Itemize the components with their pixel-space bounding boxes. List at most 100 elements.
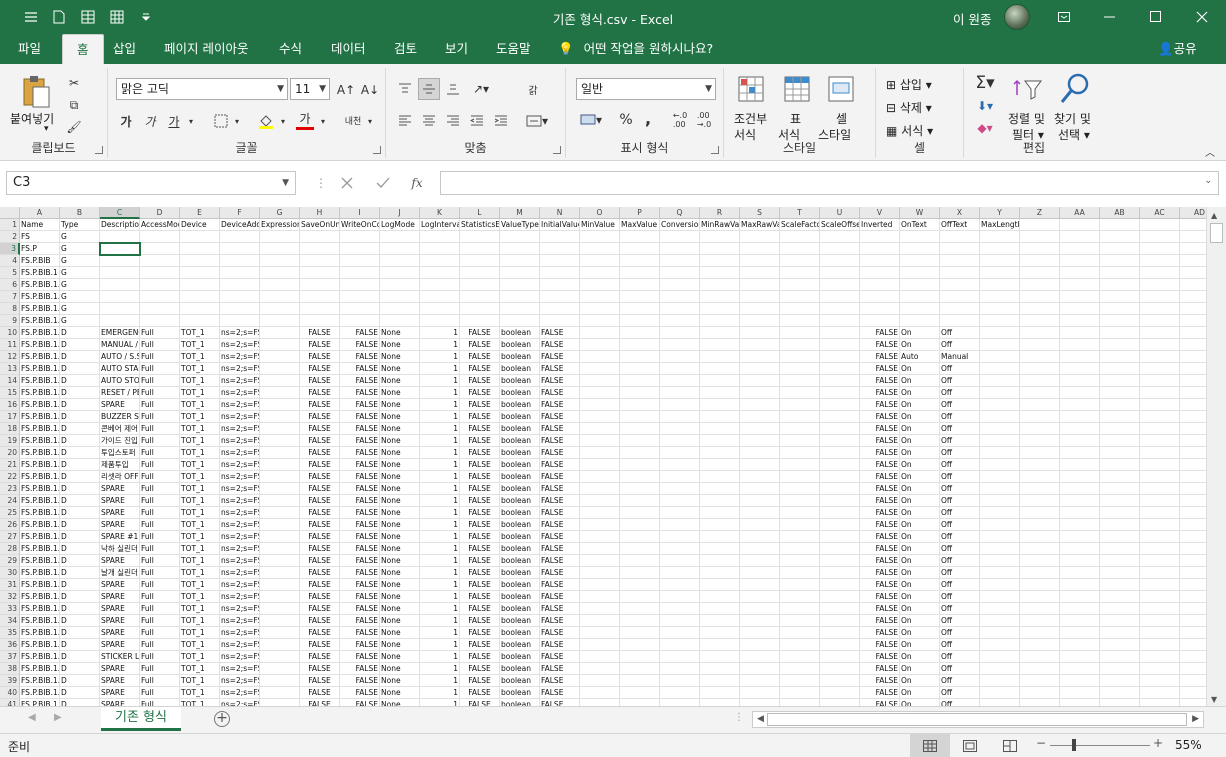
cell[interactable]: ns=2;s=FS.P.BIB.1.CSC: [220, 579, 260, 591]
cell[interactable]: [740, 531, 780, 543]
cell[interactable]: [700, 627, 740, 639]
bold-button[interactable]: 가: [118, 112, 134, 130]
cell[interactable]: [260, 375, 300, 387]
cell[interactable]: [660, 459, 700, 471]
cell[interactable]: [1140, 555, 1180, 567]
cell[interactable]: [1140, 447, 1180, 459]
column-header[interactable]: I: [340, 207, 380, 219]
cell[interactable]: On: [900, 687, 940, 699]
column-header[interactable]: S: [740, 207, 780, 219]
cell[interactable]: G: [60, 315, 100, 327]
row-header[interactable]: 32: [0, 591, 20, 603]
cell[interactable]: EMERGENCY: [100, 327, 140, 339]
percent-button[interactable]: %: [616, 110, 636, 130]
cell[interactable]: 1: [420, 507, 460, 519]
cell[interactable]: [620, 555, 660, 567]
cell[interactable]: FS.P.BIB.1.C: [20, 543, 60, 555]
cell[interactable]: boolean: [500, 435, 540, 447]
cell[interactable]: FALSE: [540, 615, 580, 627]
cell[interactable]: [1180, 603, 1206, 615]
cell[interactable]: TOT_1: [180, 591, 220, 603]
cell[interactable]: [900, 255, 940, 267]
cell[interactable]: Off: [940, 591, 980, 603]
cell[interactable]: 1: [420, 495, 460, 507]
row-header[interactable]: 4: [0, 255, 20, 267]
cell[interactable]: [900, 315, 940, 327]
cell[interactable]: FALSE: [860, 579, 900, 591]
cell[interactable]: FALSE: [460, 363, 500, 375]
cell[interactable]: [140, 315, 180, 327]
cell[interactable]: FS.P.BIB.1.C: [20, 303, 60, 315]
cell[interactable]: [740, 387, 780, 399]
cell[interactable]: FALSE: [860, 699, 900, 706]
cell[interactable]: Off: [940, 339, 980, 351]
cell[interactable]: G: [60, 267, 100, 279]
cell[interactable]: FALSE: [300, 471, 340, 483]
cell[interactable]: None: [380, 363, 420, 375]
cell[interactable]: ns=2;s=FS.P.BIB.1.CSC: [220, 327, 260, 339]
page-break-view-icon[interactable]: [998, 734, 1022, 757]
cell[interactable]: Type: [60, 219, 100, 231]
align-bottom-icon[interactable]: [444, 80, 462, 98]
cell[interactable]: FALSE: [340, 687, 380, 699]
cell[interactable]: [1140, 219, 1180, 231]
cell[interactable]: boolean: [500, 327, 540, 339]
cell[interactable]: [660, 651, 700, 663]
cell[interactable]: [740, 459, 780, 471]
phonetic-button[interactable]: 내천: [342, 110, 364, 130]
cell[interactable]: [740, 687, 780, 699]
cell[interactable]: TOT_1: [180, 459, 220, 471]
cell[interactable]: [940, 315, 980, 327]
cell[interactable]: [820, 471, 860, 483]
cell[interactable]: [780, 495, 820, 507]
cell[interactable]: FALSE: [340, 639, 380, 651]
cell[interactable]: FALSE: [540, 663, 580, 675]
cell[interactable]: [1020, 375, 1060, 387]
cell[interactable]: [700, 615, 740, 627]
cell[interactable]: [580, 399, 620, 411]
cell[interactable]: [140, 267, 180, 279]
cell[interactable]: 1: [420, 327, 460, 339]
cell[interactable]: FALSE: [540, 687, 580, 699]
cell[interactable]: [860, 243, 900, 255]
cell[interactable]: FS.P.BIB.1.C: [20, 555, 60, 567]
vertical-scrollbar[interactable]: ▲ ▼: [1206, 207, 1226, 706]
cell[interactable]: FALSE: [860, 351, 900, 363]
cell[interactable]: FS.P.BIB.1.C: [20, 495, 60, 507]
cell[interactable]: Off: [940, 459, 980, 471]
column-header[interactable]: A: [20, 207, 60, 219]
cell[interactable]: [1140, 387, 1180, 399]
cell[interactable]: FALSE: [860, 363, 900, 375]
cell[interactable]: Off: [940, 387, 980, 399]
cell[interactable]: 1: [420, 675, 460, 687]
cell[interactable]: FALSE: [860, 495, 900, 507]
cell[interactable]: 1: [420, 459, 460, 471]
cell[interactable]: 낙하 실린더: [100, 543, 140, 555]
cell[interactable]: FALSE: [340, 555, 380, 567]
cell[interactable]: FALSE: [540, 543, 580, 555]
cell[interactable]: [1020, 411, 1060, 423]
cell[interactable]: [580, 555, 620, 567]
cell[interactable]: [700, 327, 740, 339]
cell[interactable]: [260, 267, 300, 279]
cell[interactable]: [260, 531, 300, 543]
cell[interactable]: [980, 591, 1020, 603]
cell[interactable]: [980, 519, 1020, 531]
cell[interactable]: [1140, 615, 1180, 627]
cell[interactable]: [1100, 495, 1140, 507]
row-header[interactable]: 1: [0, 219, 20, 231]
cell[interactable]: [580, 699, 620, 706]
insert-cells-button[interactable]: ⊞ 삽입 ▾: [886, 76, 932, 93]
cell[interactable]: [1140, 315, 1180, 327]
cell[interactable]: ns=2;s=FS.P.BIB.1.CSC: [220, 567, 260, 579]
cell[interactable]: [1180, 423, 1206, 435]
cell[interactable]: [660, 555, 700, 567]
cell[interactable]: FALSE: [300, 339, 340, 351]
cell[interactable]: [260, 435, 300, 447]
cell[interactable]: D: [60, 555, 100, 567]
align-left-icon[interactable]: [396, 112, 414, 130]
cell[interactable]: FALSE: [300, 567, 340, 579]
cell[interactable]: [1060, 555, 1100, 567]
cell[interactable]: [700, 423, 740, 435]
cell[interactable]: [300, 291, 340, 303]
